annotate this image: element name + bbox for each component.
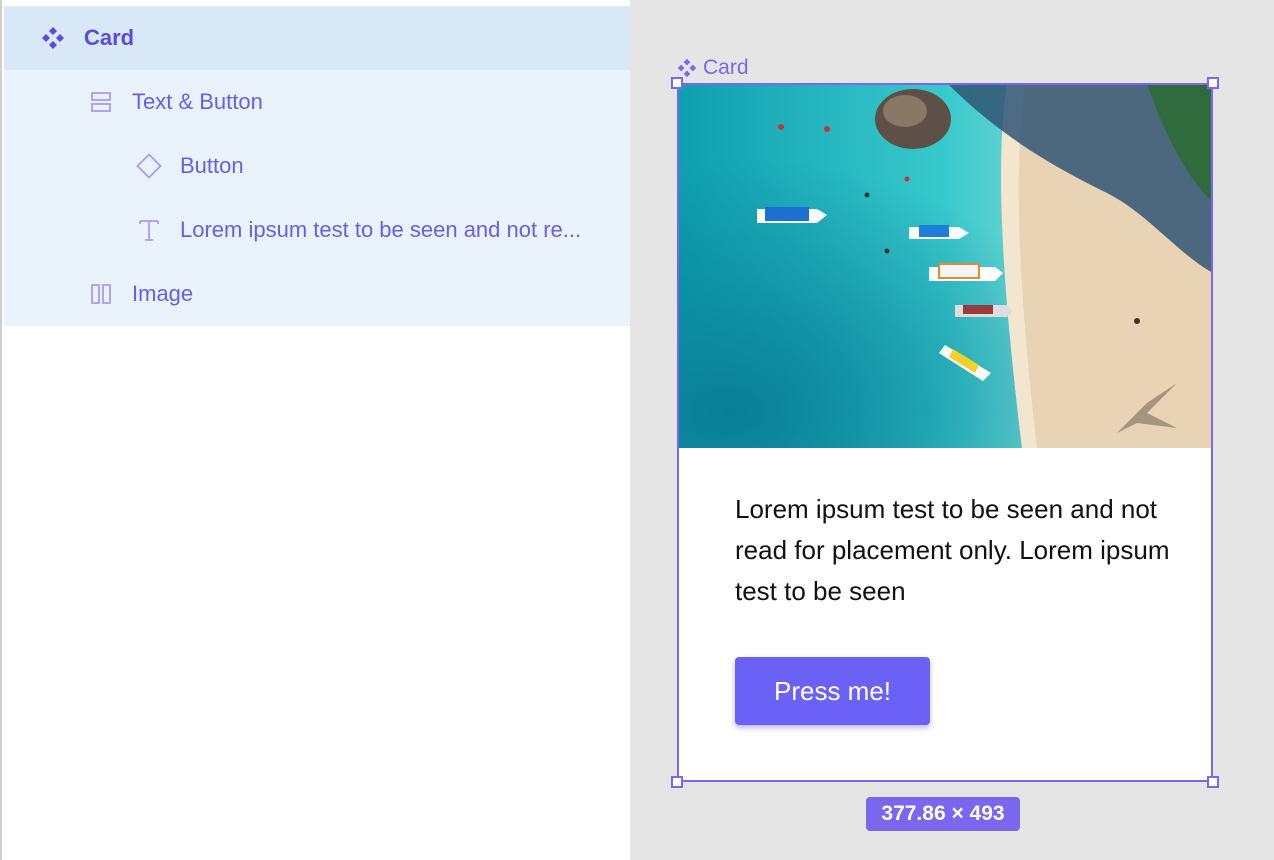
layer-card[interactable]: Card — [4, 6, 630, 70]
card-component[interactable]: Lorem ipsum test to be seen and not read… — [677, 83, 1213, 782]
resize-handle-bottom-left[interactable] — [671, 776, 683, 788]
layer-image[interactable]: Image — [4, 262, 630, 326]
component-icon — [40, 25, 66, 51]
vertical-stack-icon — [88, 89, 114, 115]
dimensions-badge: 377.86 × 493 — [866, 797, 1020, 831]
resize-handle-top-left[interactable] — [671, 77, 683, 89]
text-icon — [136, 217, 162, 243]
layer-label: Button — [180, 153, 244, 178]
beach-photo-icon — [677, 83, 1213, 448]
layer-text-and-button[interactable]: Text & Button — [4, 70, 630, 134]
layers-panel: Card Text & Button Button Lorem ipsum te… — [0, 0, 630, 860]
layer-label: Text & Button — [132, 89, 263, 114]
horizontal-stack-icon — [88, 281, 114, 307]
beach-image — [677, 83, 1213, 448]
frame-label[interactable]: Card — [677, 56, 749, 80]
layer-label: Lorem ipsum test to be seen and not re..… — [180, 217, 582, 242]
layer-button[interactable]: Button — [4, 134, 630, 198]
layer-label: Card — [84, 25, 135, 50]
resize-handle-top-right[interactable] — [1207, 77, 1219, 89]
layer-text[interactable]: Lorem ipsum test to be seen and not re..… — [4, 198, 630, 262]
card-text: Lorem ipsum test to be seen and not read… — [735, 494, 1170, 606]
instance-diamond-icon — [136, 153, 162, 179]
press-me-button[interactable]: Press me! — [735, 657, 930, 725]
resize-handle-bottom-right[interactable] — [1207, 776, 1219, 788]
layer-label: Image — [132, 281, 194, 306]
component-icon — [677, 58, 697, 78]
frame-label-text: Card — [703, 56, 749, 79]
